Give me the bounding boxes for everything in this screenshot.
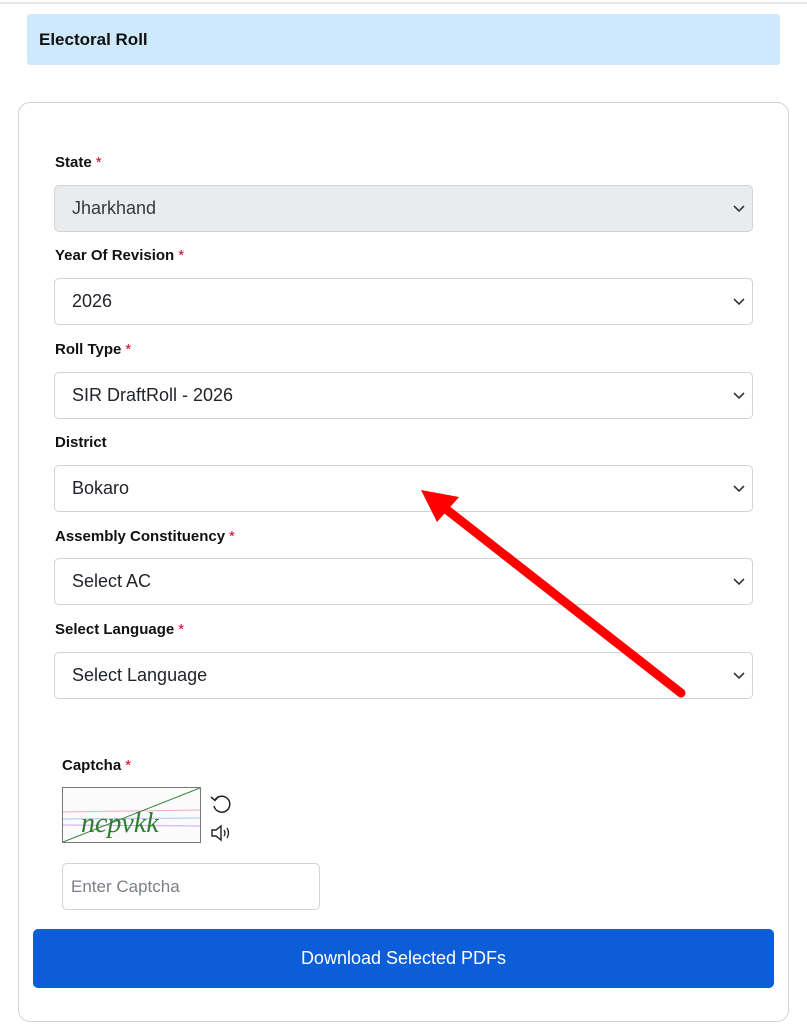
required-mark: * [125,757,132,774]
state-value: Jharkhand [72,198,157,218]
chevron-down-icon [733,298,745,306]
roll-type-value: SIR DraftRoll - 2026 [72,385,234,405]
chevron-down-icon [733,205,745,213]
chevron-down-icon [733,578,745,586]
captcha-input[interactable] [62,863,320,910]
state-select[interactable]: Jharkhand [54,185,753,232]
language-value: Select Language [72,665,208,685]
download-selected-pdfs-button[interactable]: Download Selected PDFs [33,929,774,988]
chevron-down-icon [733,392,745,400]
chevron-down-icon [733,485,745,493]
roll-type-label: Roll Type * [55,341,132,358]
captcha-graphic: ncpvkk [62,787,201,843]
captcha-text: ncpvkk [81,808,159,839]
captcha-image: ncpvkk [62,787,201,843]
refresh-icon[interactable] [209,792,233,816]
page-title: Electoral Roll [39,29,148,49]
required-mark: * [178,621,185,638]
year-of-revision-select[interactable]: 2026 [54,278,753,325]
roll-type-select[interactable]: SIR DraftRoll - 2026 [54,372,753,419]
year-of-revision-label: Year Of Revision * [55,247,185,264]
required-mark: * [178,247,185,264]
required-mark: * [95,154,102,171]
speaker-icon[interactable] [210,823,232,843]
required-mark: * [229,528,235,545]
assembly-constituency-value: Select AC [72,571,152,591]
required-mark: * [125,341,132,358]
assembly-constituency-label: Assembly Constituency * [55,528,235,545]
district-label: District [55,434,107,451]
page-header: Electoral Roll [27,14,780,65]
captcha-label: Captcha * [62,757,132,774]
top-divider [0,2,807,4]
chevron-down-icon [733,672,745,680]
year-of-revision-value: 2026 [72,291,113,311]
district-value: Bokaro [72,478,130,498]
state-label: State * [55,154,102,171]
district-select[interactable]: Bokaro [54,465,753,512]
language-label: Select Language * [55,621,185,638]
language-select[interactable]: Select Language [54,652,753,699]
assembly-constituency-select[interactable]: Select AC [54,558,753,605]
